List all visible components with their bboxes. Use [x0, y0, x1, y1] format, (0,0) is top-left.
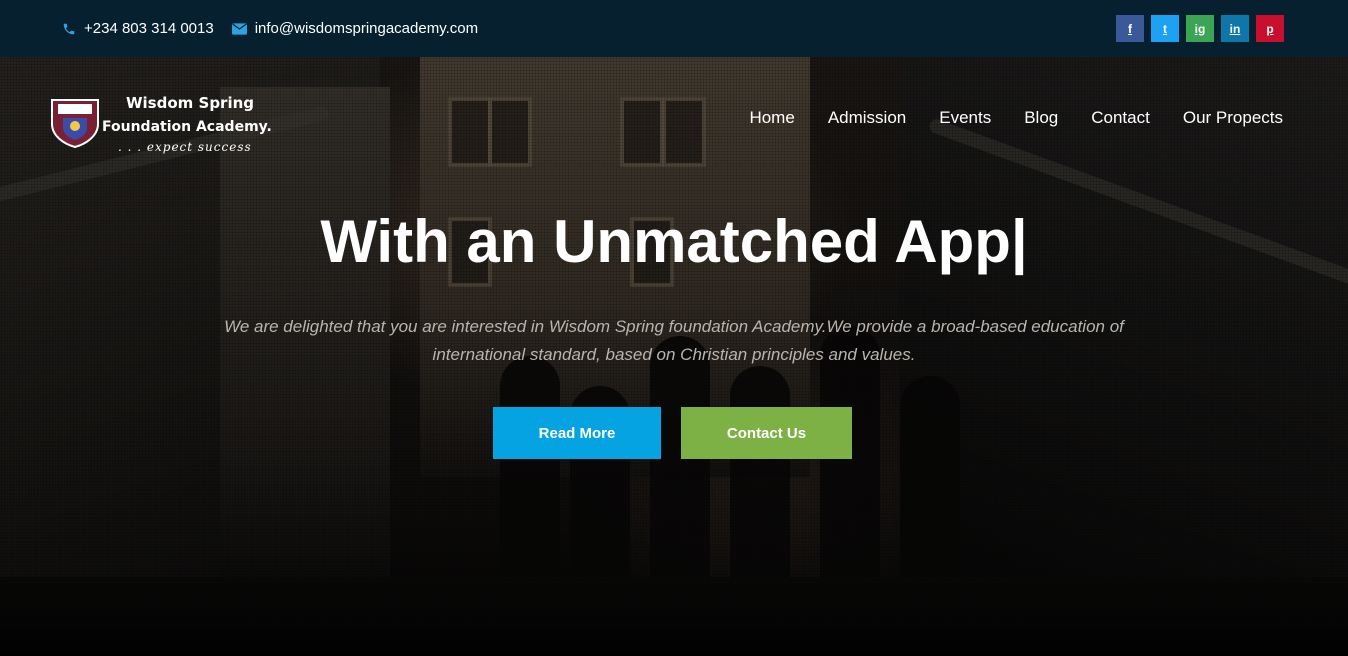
brand-name-line1: Wisdom Spring — [126, 94, 255, 112]
nav-contact[interactable]: Contact — [1091, 108, 1150, 128]
instagram-icon[interactable]: ig — [1186, 15, 1214, 42]
contact-info: +234 803 314 0013 info@wisdomspringacade… — [62, 20, 478, 37]
hero-headline: With an Unmatched App| — [320, 208, 1028, 275]
nav-blog[interactable]: Blog — [1024, 108, 1058, 128]
phone-contact[interactable]: +234 803 314 0013 — [62, 20, 214, 37]
nav-events[interactable]: Events — [939, 108, 991, 128]
main-nav: Home Admission Events Blog Contact Our P… — [749, 108, 1283, 128]
phone-number: +234 803 314 0013 — [84, 20, 214, 37]
nav-admission[interactable]: Admission — [828, 108, 906, 128]
social-links: f t ig in p — [1116, 15, 1284, 42]
site-logo[interactable]: Wisdom Spring Foundation Academy. . . . … — [48, 90, 272, 160]
email-contact[interactable]: info@wisdomspringacademy.com — [231, 20, 479, 37]
twitter-icon[interactable]: t — [1151, 15, 1179, 42]
nav-our-projects[interactable]: Our Propects — [1183, 108, 1283, 128]
hero-subtext: We are delighted that you are interested… — [224, 317, 1124, 364]
brand-tagline: . . . expect success — [118, 140, 252, 154]
facebook-icon[interactable]: f — [1116, 15, 1144, 42]
envelope-icon — [231, 22, 247, 35]
linkedin-icon[interactable]: in — [1221, 15, 1249, 42]
contact-us-button[interactable]: Contact Us — [681, 407, 852, 459]
pinterest-icon[interactable]: p — [1256, 15, 1284, 42]
brand-name-line2: Foundation Academy. — [102, 119, 272, 135]
crest-icon — [51, 99, 99, 148]
top-bar: +234 803 314 0013 info@wisdomspringacade… — [0, 0, 1348, 57]
email-address: info@wisdomspringacademy.com — [254, 20, 479, 37]
read-more-button[interactable]: Read More — [493, 407, 661, 459]
nav-home[interactable]: Home — [749, 108, 794, 128]
phone-icon — [62, 22, 76, 36]
